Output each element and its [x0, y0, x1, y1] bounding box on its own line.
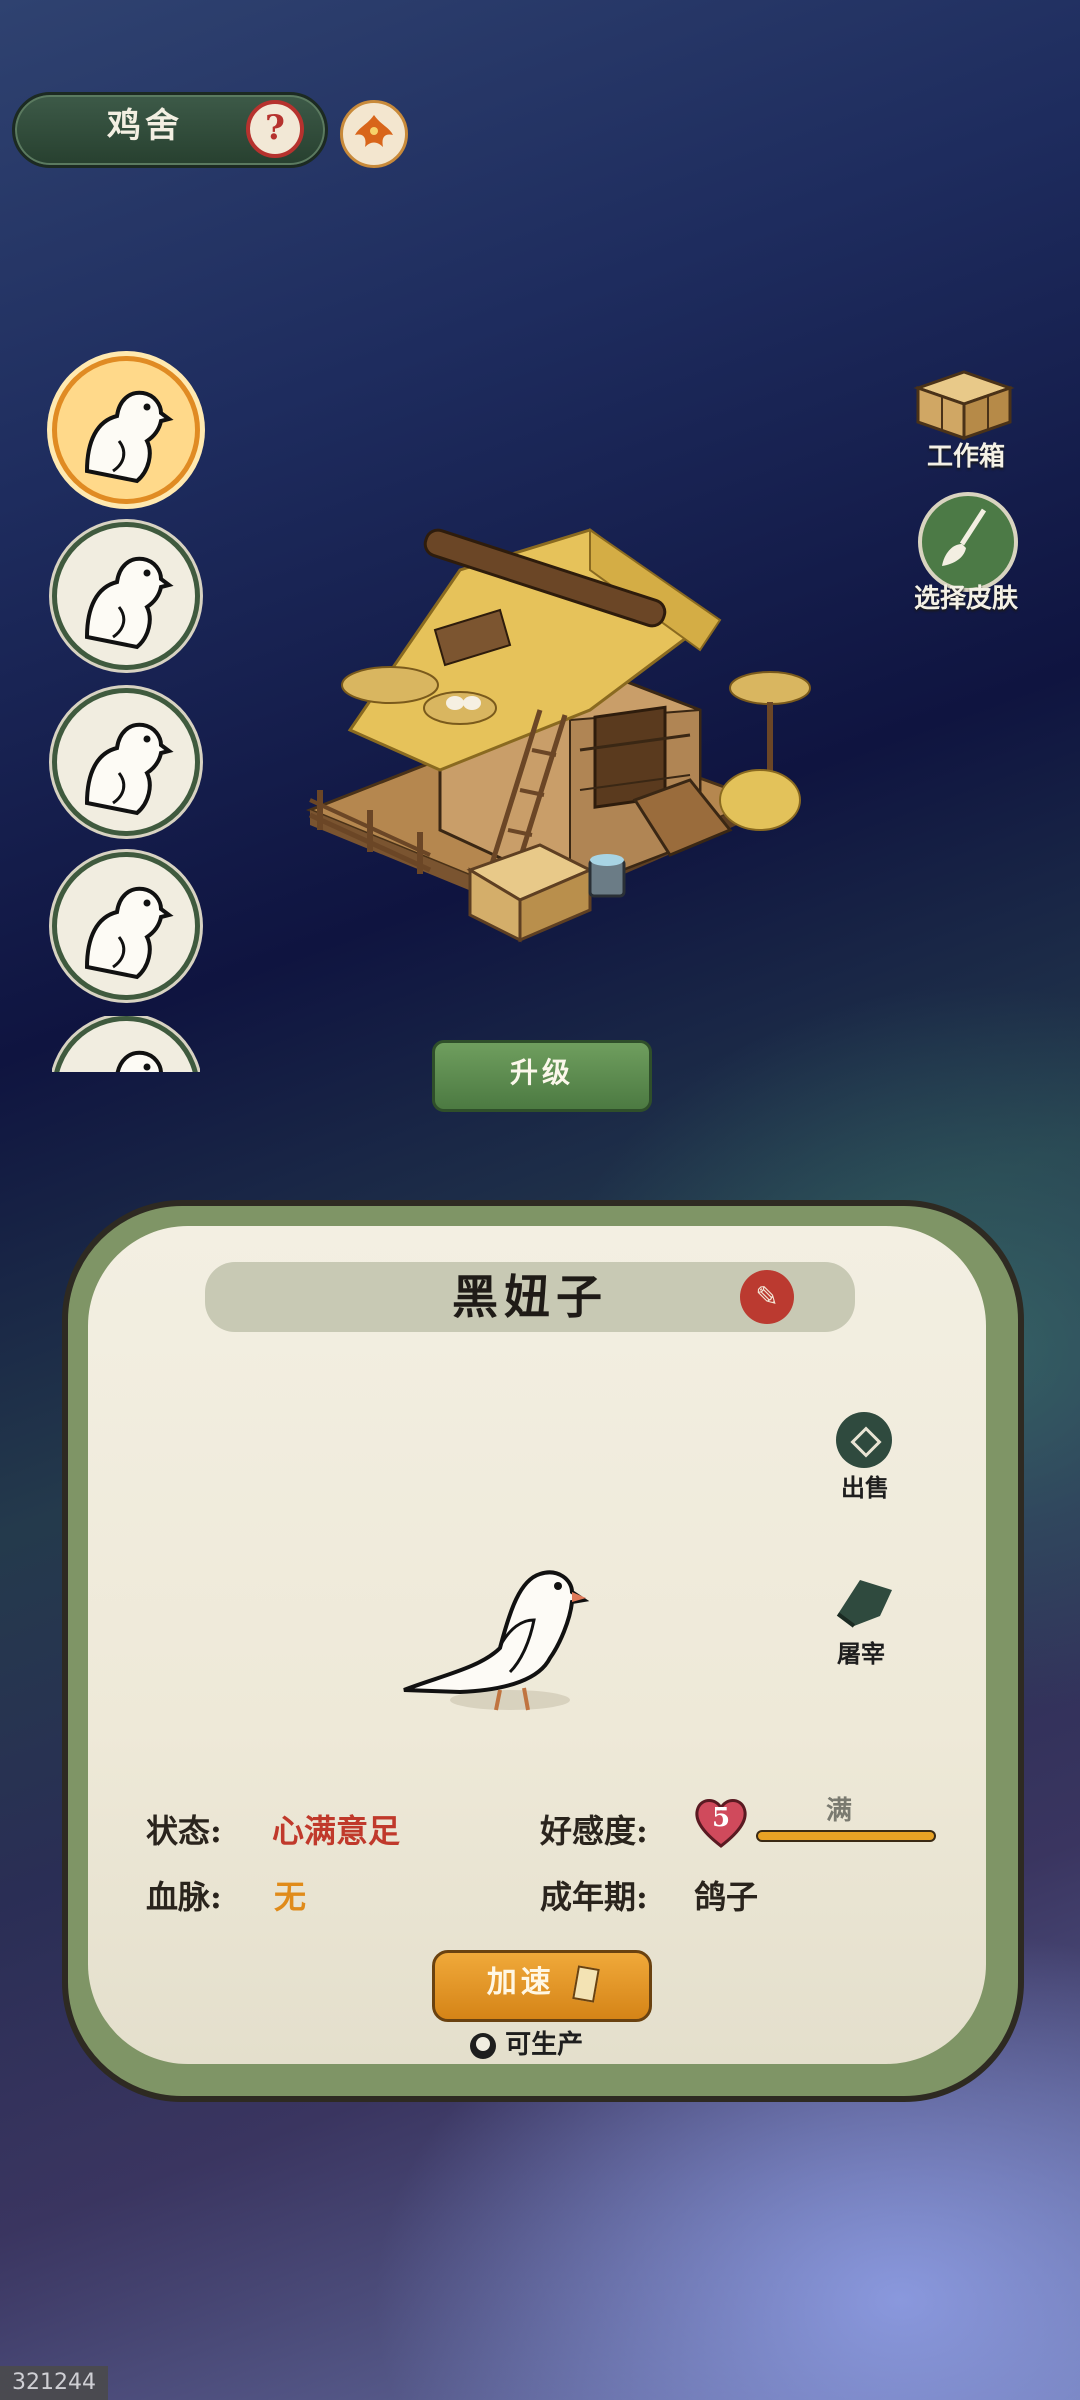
bird-slot-5[interactable] [52, 1016, 200, 1072]
slaughter-label: 屠宰 [837, 1639, 885, 1668]
dove-icon [115, 1050, 163, 1072]
dove-icon [84, 390, 174, 484]
bird-slot-1[interactable] [52, 356, 200, 504]
affection-label: 好感度: [540, 1812, 648, 1850]
chest-icon [913, 370, 1015, 441]
affection-bar-fill [758, 1832, 934, 1840]
bird-slot-2[interactable] [52, 522, 200, 670]
affection-level: 5 [711, 1803, 731, 1833]
upgrade-button[interactable]: 升级 [432, 1040, 652, 1112]
phoenix-icon [355, 115, 393, 147]
dove-portrait [403, 1570, 590, 1711]
page-title: 鸡舍 [107, 106, 183, 146]
bloodline-value: 无 [274, 1878, 307, 1916]
skin-label: 选择皮肤 [913, 584, 1018, 614]
ticket-icon [572, 1965, 601, 2003]
bird-slot-5-clip [52, 1016, 200, 1072]
bird-slot-3[interactable] [52, 688, 200, 836]
chicken-coop-illustration[interactable] [290, 470, 850, 970]
bloodline-label: 血脉: [146, 1878, 222, 1916]
rename-button[interactable]: ✎ [740, 1270, 794, 1324]
cleaver-icon [836, 1580, 892, 1628]
dove-icon [84, 556, 174, 650]
adult-value: 鸽子 [694, 1878, 759, 1916]
bird-slot-4[interactable] [52, 852, 200, 1000]
speed-up-button[interactable]: 加速 [432, 1950, 652, 2022]
workbox-label: 工作箱 [926, 442, 1005, 472]
bird-name: 黑妞子 [452, 1270, 608, 1324]
question-icon: ? [265, 108, 285, 148]
help-button[interactable]: ? [246, 100, 304, 158]
affection-full-label: 满 [826, 1796, 853, 1826]
brush-icon: ✎ [755, 1280, 779, 1313]
coin-icon [836, 1412, 892, 1468]
speed-up-label: 加速 [486, 1965, 555, 2000]
dove-icon [84, 722, 174, 816]
brush-icon [942, 508, 987, 566]
dove-icon [84, 886, 174, 980]
produce-status: 可生产 [470, 2024, 620, 2064]
adult-label: 成年期: [540, 1878, 648, 1916]
corner-id: 321244 [0, 2366, 108, 2400]
produce-label: 可生产 [505, 2030, 584, 2060]
clock-icon [470, 2033, 496, 2059]
affection-bar-track [756, 1830, 936, 1842]
phoenix-button[interactable] [340, 100, 408, 168]
sell-label: 出售 [841, 1473, 889, 1502]
status-label: 状态: [146, 1812, 222, 1850]
status-value: 心满意足 [272, 1812, 401, 1850]
